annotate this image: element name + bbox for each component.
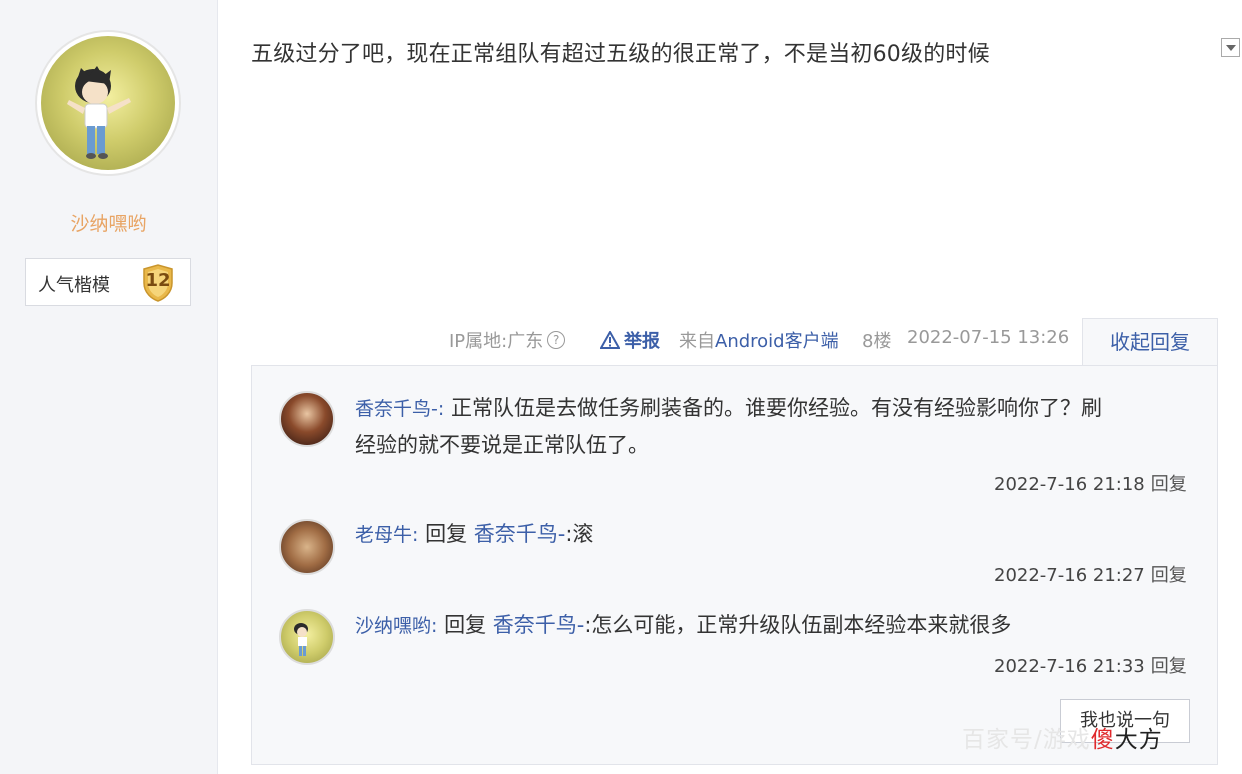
- report-link[interactable]: 举报: [600, 327, 660, 353]
- avatar-character-icon: [67, 66, 131, 159]
- reply-username[interactable]: 老母牛:: [355, 524, 418, 546]
- post-ip-location: IP属地:广东 ?: [449, 327, 566, 353]
- reply-time: 2022-7-16 21:33: [994, 656, 1145, 677]
- ip-label: IP属地:广东: [449, 331, 544, 352]
- reply-item: 香奈千鸟-: 正常队伍是去做任务刷装备的。谁要你经验。有没有经验影响你了？刷 经…: [355, 390, 1195, 463]
- reply-item: 沙纳嘿哟: 回复 香奈千鸟-:怎么可能，正常升级队伍副本经验本来就很多: [355, 607, 1011, 644]
- reply-meta: 2022-7-16 21:33 回复: [994, 652, 1187, 678]
- author-avatar[interactable]: [35, 30, 181, 176]
- reply-meta: 2022-7-16 21:27 回复: [994, 561, 1187, 587]
- reply-target-user[interactable]: 香奈千鸟-: [474, 522, 566, 546]
- post-floor: 8楼: [862, 331, 892, 352]
- warning-triangle-icon: [600, 331, 620, 349]
- watermark-red-text: 傻: [1090, 727, 1115, 753]
- watermark-dark-text: 大方: [1114, 727, 1163, 753]
- author-username[interactable]: 沙纳嘿哟: [0, 209, 217, 236]
- from-prefix: 来自: [679, 331, 715, 352]
- reply-button[interactable]: 回复: [1151, 565, 1187, 586]
- help-question-icon[interactable]: ?: [547, 331, 566, 349]
- client-link[interactable]: Android客户端: [715, 331, 839, 352]
- reply-time: 2022-7-16 21:18: [994, 474, 1145, 495]
- reply-avatar[interactable]: [279, 519, 335, 575]
- post-client: 来自Android客户端: [679, 327, 839, 353]
- post-content: 五级过分了吧，现在正常组队有超过五级的很正常了，不是当初60级的时候: [251, 42, 990, 67]
- badge-title: 人气楷模: [38, 275, 110, 296]
- reply-username[interactable]: 沙纳嘿哟:: [355, 615, 437, 637]
- reply-username[interactable]: 香奈千鸟-:: [355, 398, 444, 420]
- author-sidebar: 沙纳嘿哟 人气楷模 12: [0, 0, 218, 774]
- post-menu-dropdown-icon[interactable]: [1221, 38, 1240, 57]
- reply-content: :滚: [565, 522, 594, 546]
- reply-content-line1: 正常队伍是去做任务刷装备的。谁要你经验。有没有经验影响你了？刷: [450, 396, 1102, 420]
- report-label: 举报: [624, 331, 660, 352]
- reply-target-user[interactable]: 香奈千鸟-: [493, 613, 585, 637]
- watermark-light-text: 百家号/游戏: [962, 727, 1091, 753]
- reply-button[interactable]: 回复: [1151, 474, 1187, 495]
- reply-meta: 2022-7-16 21:18 回复: [994, 470, 1187, 496]
- reply-button[interactable]: 回复: [1151, 656, 1187, 677]
- honor-badge[interactable]: 人气楷模 12: [25, 258, 191, 306]
- reply-word: 回复: [425, 522, 468, 546]
- reply-content: :怎么可能，正常升级队伍副本经验本来就很多: [584, 613, 1012, 637]
- level-shield-icon: 12: [138, 263, 178, 307]
- reply-avatar[interactable]: [279, 609, 335, 665]
- post-time: 2022-07-15 13:26: [907, 327, 1070, 348]
- collapse-replies-button[interactable]: 收起回复: [1082, 318, 1218, 366]
- reply-word: 回复: [444, 613, 487, 637]
- watermark: 百家号/游戏傻大方: [962, 720, 1163, 754]
- reply-avatar[interactable]: [279, 391, 335, 447]
- reply-content-line2: 经验的就不要说是正常队伍了。: [355, 433, 649, 457]
- reply-time: 2022-7-16 21:27: [994, 565, 1145, 586]
- avatar-character-icon: [294, 623, 308, 656]
- reply-item: 老母牛: 回复 香奈千鸟-:滚: [355, 516, 593, 553]
- badge-level-number: 12: [145, 270, 171, 291]
